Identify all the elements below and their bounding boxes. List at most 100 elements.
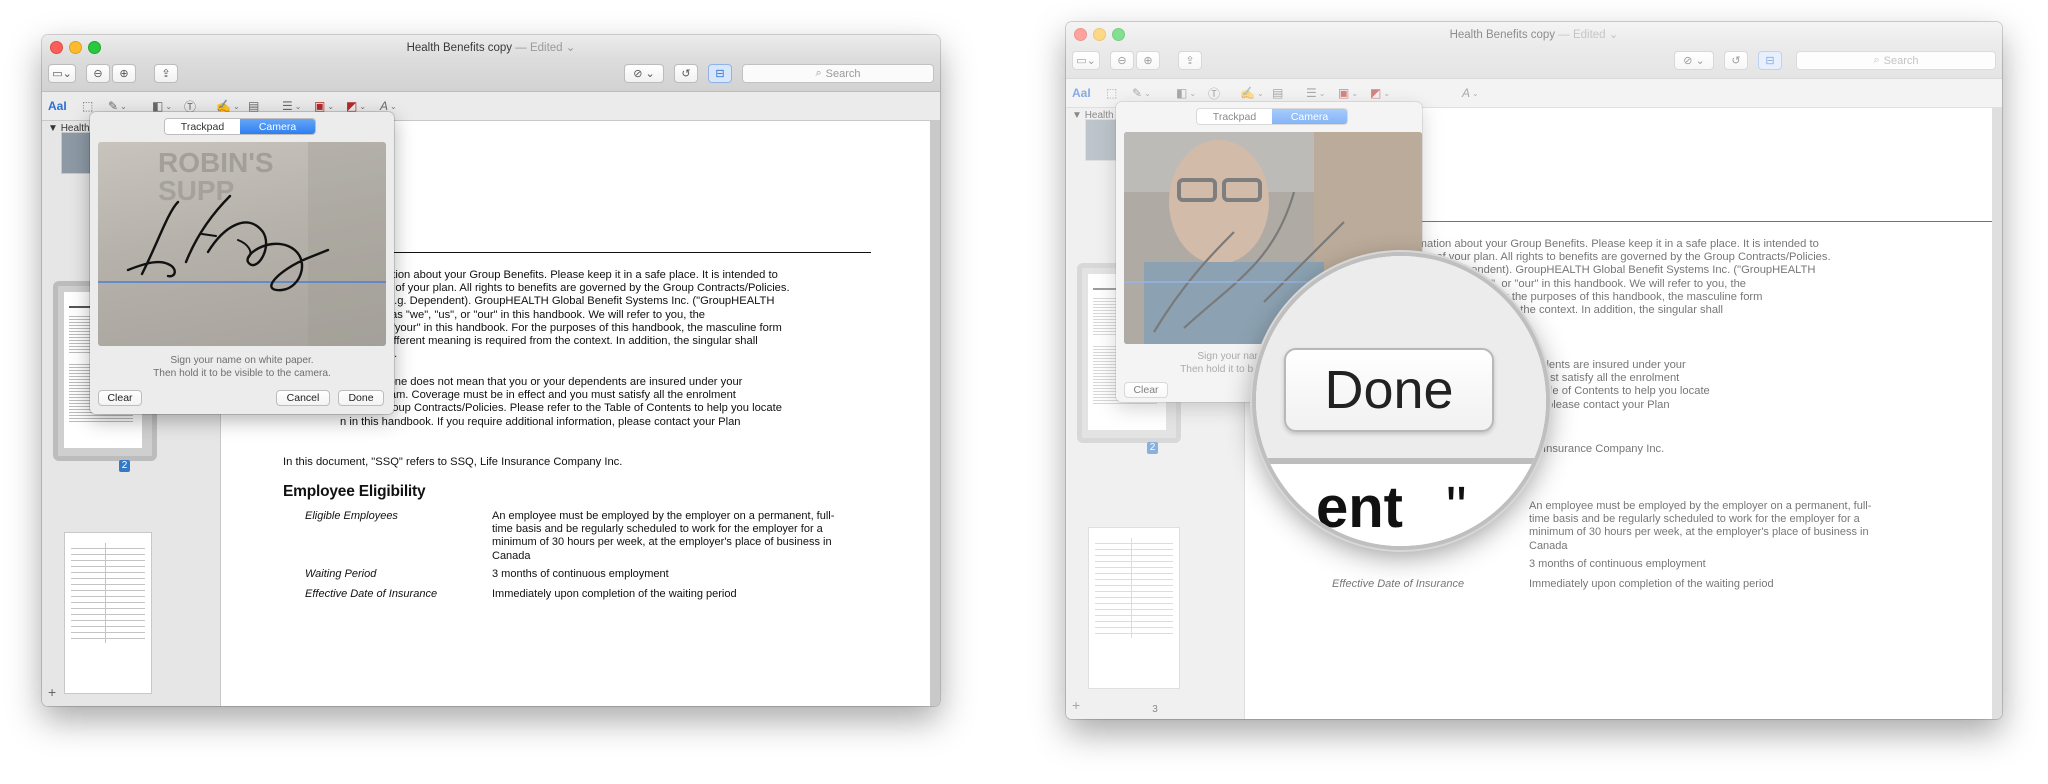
coverage-paragraph: ndbook alone does not mean that you or y… xyxy=(340,376,782,428)
done-button[interactable]: Done xyxy=(338,390,384,406)
zoom-in-button[interactable]: ⊕ xyxy=(112,64,136,83)
ssq-definition: Insurance Company Inc. xyxy=(1543,443,1665,455)
edited-label[interactable]: — Edited xyxy=(512,42,562,54)
eligible-employees-value: An employee must be employed by the empl… xyxy=(1529,500,1872,552)
text-style-icon: AaI xyxy=(48,99,67,113)
page-thumbnail-3[interactable] xyxy=(1089,528,1179,688)
intro-paragraph: ns information about your Group Benefits… xyxy=(340,269,790,360)
add-page-icon[interactable]: + xyxy=(1072,697,1080,713)
shapes-icon: ◧ xyxy=(152,99,164,113)
title-bar[interactable]: Health Benefits copy — Edited ⌄ xyxy=(1066,22,2002,46)
sidebar-icon: ▭⌄ xyxy=(52,68,72,80)
magnified-quote: " xyxy=(1446,475,1467,540)
markup-toolbar-button[interactable]: ⊟ xyxy=(1758,51,1782,70)
border-color-icon: ▣ xyxy=(314,99,326,113)
sketch-icon: ✎ xyxy=(108,99,119,113)
line-style-icon: ☰ xyxy=(1306,86,1317,100)
selection-icon: ⬚ xyxy=(82,99,94,113)
current-page-number: 2 xyxy=(1147,442,1158,454)
zoom-in-button[interactable]: ⊕ xyxy=(1136,51,1160,70)
rotate-button[interactable]: ↺ xyxy=(1724,51,1748,70)
text-box-icon: Ⓣ xyxy=(1208,86,1221,101)
svg-text:SUPP: SUPP xyxy=(158,175,234,206)
rotate-icon: ↺ xyxy=(1731,55,1741,67)
signature-icon: ✍ xyxy=(216,99,231,113)
window-title: Health Benefits copy — Edited ⌄ xyxy=(406,42,576,54)
border-color-tool[interactable]: ▣ ⌄ xyxy=(1338,85,1358,101)
rect-select-tool[interactable]: ⬚ xyxy=(82,98,93,114)
share-button[interactable]: ⇪ xyxy=(154,64,178,83)
clear-button[interactable]: Clear xyxy=(1124,382,1168,398)
share-icon: ⇪ xyxy=(161,68,171,80)
sidebar-toggle-button[interactable]: ▭⌄ xyxy=(48,64,76,83)
signature-icon: ✍ xyxy=(1240,86,1255,100)
signature-source-segmented-control: Trackpad Camera xyxy=(1196,108,1348,125)
search-field[interactable]: ⌕ Search xyxy=(742,64,934,83)
rotate-icon: ↺ xyxy=(681,68,691,80)
selection-icon: ⬚ xyxy=(1106,86,1118,100)
search-placeholder: Search xyxy=(1883,54,1919,67)
rect-select-tool[interactable]: ⬚ xyxy=(1106,85,1117,101)
markup-toolbar-button[interactable]: ⊟ xyxy=(708,64,732,83)
magnified-popover-section: Done ent " xyxy=(1256,256,1546,546)
search-icon: ⌕ xyxy=(815,67,822,79)
highlight-icon: ⊘ ⌄ xyxy=(1683,55,1705,67)
magnified-document: ent " xyxy=(1256,464,1546,546)
sidebar-toggle-button[interactable]: ▭⌄ xyxy=(1072,51,1100,70)
line-style-icon: ☰ xyxy=(282,99,293,113)
font-tool[interactable]: A ⌄ xyxy=(1462,85,1479,101)
effective-date-value: Immediately upon completion of the waiti… xyxy=(492,588,737,600)
note-icon: ▤ xyxy=(1272,86,1284,100)
fill-color-tool[interactable]: ◩ ⌄ xyxy=(1370,85,1390,101)
shapes-tool[interactable]: ◧ ⌄ xyxy=(1176,85,1196,101)
highlight-button[interactable]: ⊘ ⌄ xyxy=(624,64,664,83)
text-style-icon: AaI xyxy=(1072,86,1091,100)
page-thumbnail-3[interactable] xyxy=(65,533,151,693)
toolbar: ▭⌄ ⊖ ⊕ ⇪ ⊘ ⌄ ↺ ⊟ ⌕ Search xyxy=(42,59,940,92)
text-box-tool[interactable]: Ⓣ xyxy=(1208,85,1220,101)
line-style-tool[interactable]: ☰ ⌄ xyxy=(1306,85,1325,101)
employee-eligibility-heading: Employee Eligibility xyxy=(283,483,426,500)
waiting-period-value: 3 months of continuous employment xyxy=(492,568,669,580)
edited-label[interactable]: — Edited xyxy=(1555,29,1605,41)
title-bar[interactable]: Health Benefits copy — Edited ⌄ xyxy=(42,35,940,59)
window-title: Health Benefits copy — Edited ⌄ xyxy=(1449,29,1619,41)
search-field[interactable]: ⌕ Search xyxy=(1796,51,1996,70)
tab-trackpad[interactable]: Trackpad xyxy=(165,119,240,134)
camera-preview: ROBIN'S SUPP xyxy=(98,142,386,346)
done-button-magnifier: Done ent " xyxy=(1256,256,1546,546)
current-page-number: 2 xyxy=(119,460,130,472)
effective-date-label: Effective Date of Insurance xyxy=(1332,578,1465,590)
tab-camera[interactable]: Camera xyxy=(1272,109,1347,124)
add-page-icon[interactable]: + xyxy=(48,684,56,700)
zoom-out-icon: ⊖ xyxy=(93,68,103,80)
effective-date-label: Effective Date of Insurance xyxy=(305,588,438,600)
note-icon: ▤ xyxy=(248,99,260,113)
signature-capture-svg: ROBIN'S SUPP xyxy=(98,142,386,346)
signature-instructions: Sign your name on white paper. Then hold… xyxy=(153,355,331,379)
signature-tool[interactable]: ✍ ⌄ xyxy=(1240,85,1264,101)
sketch-icon: ✎ xyxy=(1132,86,1143,100)
cancel-button[interactable]: Cancel xyxy=(276,390,330,406)
done-button-magnified[interactable]: Done xyxy=(1284,348,1494,432)
rotate-button[interactable]: ↺ xyxy=(674,64,698,83)
zoom-out-icon: ⊖ xyxy=(1117,55,1127,67)
zoom-out-button[interactable]: ⊖ xyxy=(86,64,110,83)
text-style-tool[interactable]: AaI xyxy=(48,98,67,114)
note-tool[interactable]: ▤ xyxy=(1272,85,1283,101)
eligible-employees-label: Eligible Employees xyxy=(305,510,398,522)
text-style-tool[interactable]: AaI xyxy=(1072,85,1091,101)
share-button[interactable]: ⇪ xyxy=(1178,51,1202,70)
header-rule xyxy=(321,252,871,253)
zoom-out-button[interactable]: ⊖ xyxy=(1110,51,1134,70)
header-rule xyxy=(1355,221,1992,222)
sidebar-icon: ▭⌄ xyxy=(1076,55,1096,67)
preview-window-left: Health Benefits copy — Edited ⌄ ▭⌄ ⊖ ⊕ ⇪… xyxy=(42,35,940,706)
highlight-button[interactable]: ⊘ ⌄ xyxy=(1674,51,1714,70)
tab-trackpad[interactable]: Trackpad xyxy=(1197,109,1272,124)
sketch-tool[interactable]: ✎ ⌄ xyxy=(1132,85,1151,101)
tab-camera[interactable]: Camera xyxy=(240,119,315,134)
clear-button[interactable]: Clear xyxy=(98,390,142,406)
waiting-period-label: Waiting Period xyxy=(305,568,377,580)
magnified-heading-fragment: ent xyxy=(1316,475,1403,540)
